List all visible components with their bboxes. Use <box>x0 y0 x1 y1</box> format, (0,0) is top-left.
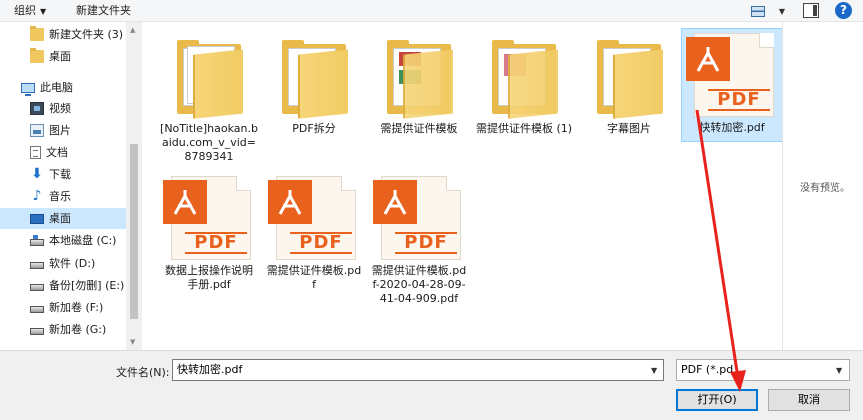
chevron-down-icon: ▼ <box>40 7 47 16</box>
sidebar-item-desktop-folder[interactable]: 桌面 <box>0 46 126 67</box>
file-name: 需提供证件模板 (1) <box>475 122 573 135</box>
file-item-folder[interactable]: PDF拆分 <box>263 30 365 136</box>
organize-menu[interactable]: 组织 ▼ <box>14 3 46 19</box>
chevron-down-icon[interactable]: ▼ <box>651 366 657 375</box>
scroll-down-icon[interactable]: ▼ <box>130 338 135 346</box>
file-item-folder[interactable]: 字幕图片 <box>578 30 680 136</box>
file-item-pdf[interactable]: PDF 快转加密.pdf <box>681 28 783 142</box>
desktop-icon <box>30 213 44 224</box>
folder-icon <box>30 26 44 41</box>
pictures-icon <box>30 124 44 137</box>
open-button[interactable]: 打开(O) <box>676 389 758 411</box>
folder-icon <box>583 30 675 122</box>
music-icon: ♪ <box>32 188 42 204</box>
pdf-file-icon: PDF <box>373 172 465 264</box>
drive-icon <box>30 328 44 335</box>
filename-label: 文件名(N): <box>116 366 170 379</box>
sidebar-item-desktop[interactable]: 桌面 <box>0 208 126 229</box>
scrollbar-thumb[interactable] <box>130 144 138 319</box>
file-name: 需提供证件模板 <box>380 122 458 135</box>
file-item-pdf[interactable]: PDF 需提供证件模板.pdf <box>263 172 365 292</box>
pdf-file-icon: PDF <box>268 172 360 264</box>
chevron-down-icon[interactable]: ▼ <box>836 366 842 375</box>
sidebar-item-music[interactable]: ♪ 音乐 <box>0 186 126 207</box>
drive-c-icon <box>30 235 44 246</box>
file-item-folder[interactable]: [NoTitle]haokan.baidu.com_v_vid=8789341 <box>158 30 260 164</box>
sidebar-item-videos[interactable]: 视频 <box>0 98 126 119</box>
file-name: 数据上报操作说明手册.pdf <box>165 264 253 291</box>
filename-input[interactable]: 快转加密.pdf <box>172 359 664 381</box>
sidebar-item-drive-f[interactable]: 新加卷 (F:) <box>0 297 126 318</box>
drive-icon <box>30 306 44 313</box>
sidebar-item-documents[interactable]: 文档 <box>0 142 126 163</box>
sidebar-item-pictures[interactable]: 图片 <box>0 120 126 141</box>
folder-icon <box>478 30 570 122</box>
preview-pane: 没有预览。 <box>782 22 863 350</box>
file-item-pdf[interactable]: PDF 数据上报操作说明手册.pdf <box>158 172 260 292</box>
sidebar-item-this-pc[interactable]: 此电脑 <box>0 77 126 98</box>
help-icon[interactable]: ? <box>835 2 852 19</box>
computer-icon <box>21 82 35 96</box>
file-item-pdf[interactable]: PDF 需提供证件模板.pdf-2020-04-28-09-41-04-909.… <box>368 172 470 306</box>
file-name: [NoTitle]haokan.baidu.com_v_vid=8789341 <box>160 122 258 163</box>
change-view-button[interactable]: ▼ <box>751 2 785 20</box>
file-type-select[interactable]: PDF (*.pd <box>676 359 850 381</box>
chevron-down-icon: ▼ <box>778 6 785 16</box>
folder-icon <box>373 30 465 122</box>
file-item-folder[interactable]: 需提供证件模板 <box>368 30 470 136</box>
file-item-folder[interactable]: 需提供证件模板 (1) <box>473 30 575 136</box>
cancel-button[interactable]: 取消 <box>768 389 850 411</box>
pdf-file-icon: PDF <box>686 29 778 121</box>
sidebar-item-downloads[interactable]: ⬇ 下载 <box>0 164 126 185</box>
file-name: PDF拆分 <box>292 122 336 135</box>
file-list: [NoTitle]haokan.baidu.com_v_vid=8789341 … <box>142 22 783 350</box>
folder-icon <box>268 30 360 122</box>
sidebar-item-drive-d[interactable]: 软件 (D:) <box>0 253 126 274</box>
video-icon <box>30 102 44 115</box>
sidebar-item-drive-g[interactable]: 新加卷 (G:) <box>0 319 126 340</box>
new-folder-button[interactable]: 新建文件夹 <box>76 3 131 19</box>
navigation-pane: 新建文件夹 (3) 桌面 此电脑 视频 图片 文档 ⬇ 下载 ♪ 音乐 桌面 本… <box>0 22 142 350</box>
organize-label: 组织 <box>14 4 36 17</box>
folder-icon <box>30 48 44 63</box>
drive-icon <box>30 284 44 291</box>
file-name: 快转加密.pdf <box>699 121 765 134</box>
folder-icon <box>163 30 255 122</box>
drive-icon <box>30 262 44 269</box>
sidebar-scrollbar[interactable]: ▲ ▼ <box>126 22 142 350</box>
scroll-up-icon[interactable]: ▲ <box>130 26 135 34</box>
download-icon: ⬇ <box>31 166 43 182</box>
sidebar-item-drive-c[interactable]: 本地磁盘 (C:) <box>0 230 126 251</box>
documents-icon <box>30 146 41 159</box>
file-name: 需提供证件模板.pdf <box>266 264 362 291</box>
sidebar-item-drive-e[interactable]: 备份[勿删] (E:) <box>0 275 126 296</box>
pdf-file-icon: PDF <box>163 172 255 264</box>
sidebar-item-new-folder-3[interactable]: 新建文件夹 (3) <box>0 24 126 45</box>
no-preview-text: 没有预览。 <box>800 183 850 194</box>
dialog-footer: 文件名(N): 快转加密.pdf ▼ PDF (*.pd ▼ 打开(O) 取消 <box>0 350 863 420</box>
toolbar: 组织 ▼ 新建文件夹 ▼ ? <box>0 0 863 22</box>
file-name: 字幕图片 <box>607 122 651 135</box>
preview-pane-icon[interactable] <box>803 3 819 18</box>
view-icon <box>751 5 765 17</box>
file-name: 需提供证件模板.pdf-2020-04-28-09-41-04-909.pdf <box>371 264 467 305</box>
